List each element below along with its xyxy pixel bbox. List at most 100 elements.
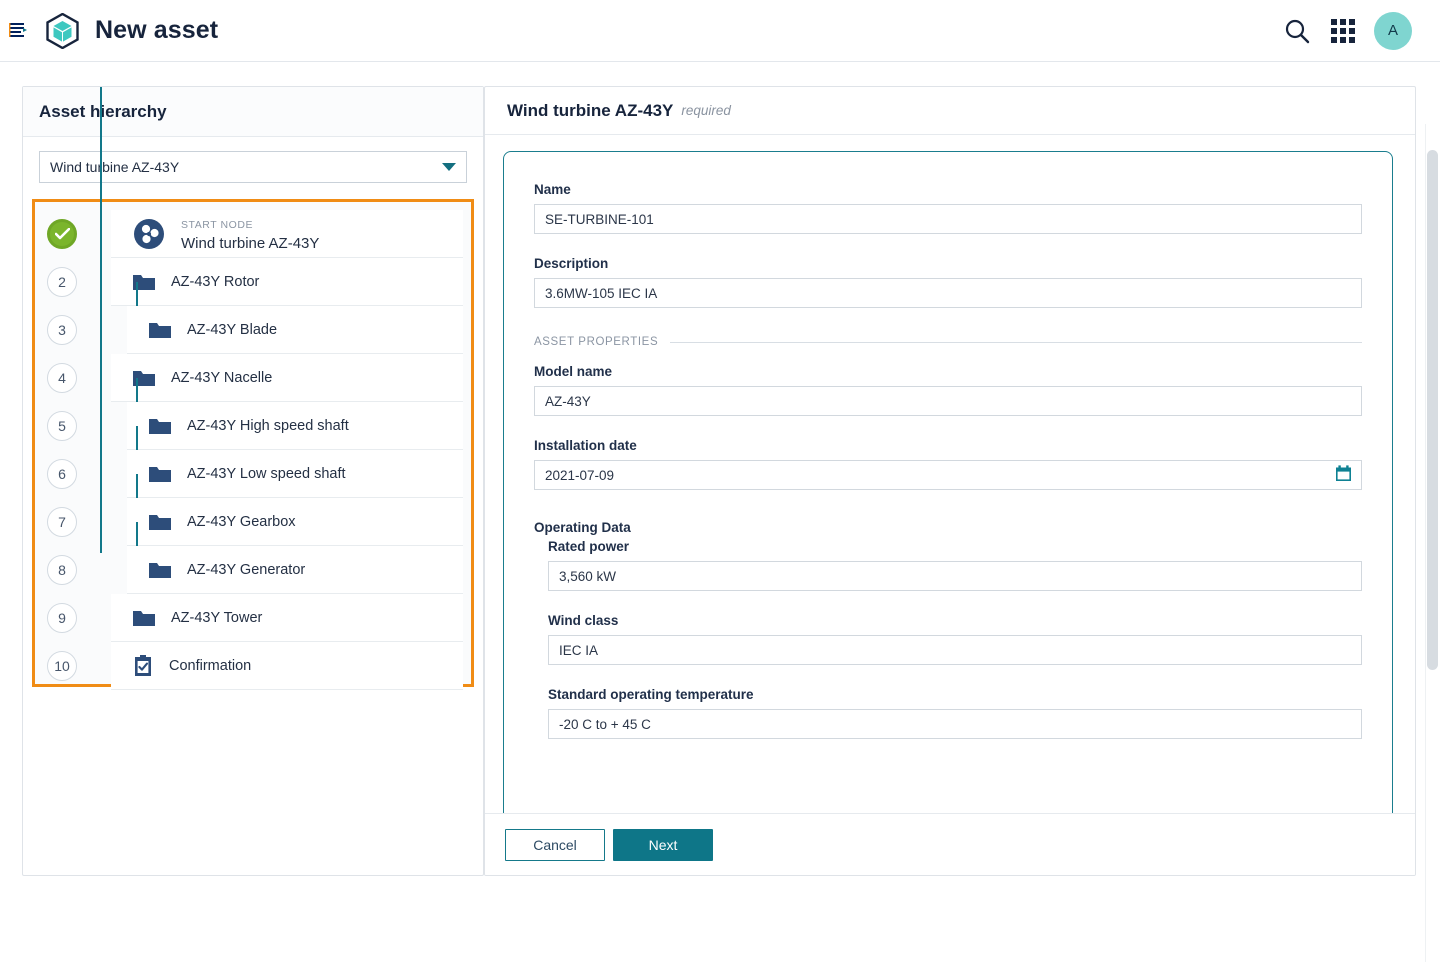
- field-name: Name SE-TURBINE-101: [534, 182, 1362, 234]
- tree-node-body[interactable]: AZ-43Y Nacelle: [111, 354, 463, 402]
- field-wind-class: Wind class IEC IA: [548, 613, 1362, 665]
- operating-data-fields: Rated power 3,560 kW Wind class IEC IA S…: [548, 539, 1362, 739]
- apps-grid-icon[interactable]: [1320, 8, 1366, 54]
- standard-operating-temperature-input[interactable]: -20 C to + 45 C: [548, 709, 1362, 739]
- wind-class-input[interactable]: IEC IA: [548, 635, 1362, 665]
- tree-node-body[interactable]: AZ-43Y Low speed shaft: [127, 450, 463, 498]
- folder-icon: [149, 561, 171, 579]
- folder-icon: [133, 609, 155, 627]
- field-standard-operating-temperature-label: Standard operating temperature: [548, 687, 754, 702]
- step-badge-9: 9: [47, 603, 77, 633]
- workspace: Asset hierarchy Wind turbine AZ-43Y STAR…: [0, 62, 1440, 962]
- field-installation-date: Installation date 2021-07-09: [534, 438, 1362, 490]
- tree-node-row[interactable]: 8 AZ-43Y Generator: [35, 522, 471, 594]
- field-rated-power-label: Rated power: [548, 539, 630, 554]
- folder-icon: [149, 513, 171, 531]
- page-scrollbar-thumb[interactable]: [1427, 150, 1438, 670]
- rated-power-input[interactable]: 3,560 kW: [548, 561, 1362, 591]
- asset-hierarchy-header: Asset hierarchy: [23, 87, 483, 137]
- collapse-panel-icon[interactable]: [6, 18, 32, 44]
- asset-form-panel: Wind turbine AZ-43Y required Name SE-TUR…: [484, 86, 1416, 876]
- tree-node-body[interactable]: START NODE Wind turbine AZ-43Y: [111, 210, 463, 258]
- folder-icon: [149, 417, 171, 435]
- asset-form-footer: Cancel Next: [485, 813, 1415, 875]
- step-badge-1: [47, 219, 77, 249]
- asset-selector-wrap: Wind turbine AZ-43Y: [23, 137, 483, 195]
- page-title: New asset: [95, 16, 219, 44]
- search-icon[interactable]: [1274, 8, 1320, 54]
- field-installation-date-label: Installation date: [534, 438, 637, 453]
- tree-node-row[interactable]: 3 AZ-43Y Blade: [35, 282, 471, 354]
- start-node-name: Wind turbine AZ-43Y: [181, 234, 320, 252]
- tree-node-body[interactable]: Confirmation: [111, 642, 463, 690]
- wind-turbine-node-icon: [133, 218, 165, 250]
- field-wind-class-label: Wind class: [548, 613, 619, 628]
- description-input[interactable]: 3.6MW-105 IEC IA: [534, 278, 1362, 308]
- step-badge-7: 7: [47, 507, 77, 537]
- calendar-icon[interactable]: [1335, 465, 1352, 485]
- field-description: Description 3.6MW-105 IEC IA: [534, 256, 1362, 308]
- asset-hierarchy-title: Asset hierarchy: [39, 101, 167, 121]
- asset-selector[interactable]: Wind turbine AZ-43Y: [39, 151, 467, 183]
- operating-data-group-label: Operating Data: [534, 520, 631, 535]
- tree-node-row[interactable]: 10 Confirmation: [35, 642, 471, 690]
- installation-date-input[interactable]: 2021-07-09: [534, 460, 1362, 490]
- cube-logo-icon: [46, 12, 79, 49]
- divider-line: [670, 341, 1362, 343]
- tree-node-row[interactable]: START NODE Wind turbine AZ-43Y: [35, 210, 471, 258]
- folder-icon: [149, 321, 171, 339]
- chevron-down-icon[interactable]: [442, 163, 456, 171]
- asset-selector-value: Wind turbine AZ-43Y: [50, 159, 180, 175]
- field-name-label: Name: [534, 182, 571, 197]
- tree-node-row[interactable]: 5 AZ-43Y High speed shaft: [35, 378, 471, 450]
- asset-properties-divider: ASSET PROPERTIES: [534, 336, 1362, 348]
- asset-properties-group-label: ASSET PROPERTIES: [534, 336, 659, 348]
- step-badge-5: 5: [47, 411, 77, 441]
- tree-node-start-label: START NODE Wind turbine AZ-43Y: [181, 214, 319, 254]
- tree-node-body[interactable]: AZ-43Y Generator: [127, 546, 463, 594]
- tree-node-row[interactable]: 4 AZ-43Y Nacelle: [35, 354, 471, 402]
- tree-node-label: AZ-43Y Blade: [187, 321, 278, 338]
- asset-hierarchy-panel: Asset hierarchy Wind turbine AZ-43Y STAR…: [22, 86, 484, 876]
- tree-node-label: AZ-43Y Rotor: [171, 273, 260, 290]
- tree-node-label: AZ-43Y High speed shaft: [187, 417, 349, 434]
- folder-icon: [149, 465, 171, 483]
- step-badge-4: 4: [47, 363, 77, 393]
- tree-node-row[interactable]: 2 AZ-43Y Rotor: [35, 258, 471, 306]
- asset-form-scroll-area[interactable]: Name SE-TURBINE-101 Description 3.6MW-10…: [485, 135, 1415, 813]
- tree-node-row[interactable]: 9 AZ-43Y Tower: [35, 594, 471, 642]
- cancel-button[interactable]: Cancel: [505, 828, 605, 861]
- tree-node-body[interactable]: AZ-43Y Tower: [111, 594, 463, 642]
- tree-node-label: AZ-43Y Low speed shaft: [187, 465, 346, 482]
- step-badge-8: 8: [47, 555, 77, 585]
- field-model-name-label: Model name: [534, 364, 613, 379]
- field-rated-power: Rated power 3,560 kW: [548, 539, 1362, 591]
- next-button[interactable]: Next: [613, 828, 713, 861]
- clipboard-check-icon: [133, 654, 153, 677]
- step-badge-10: 10: [47, 651, 77, 681]
- tree-node-body[interactable]: AZ-43Y Rotor: [111, 258, 463, 306]
- tree-node-body[interactable]: AZ-43Y Blade: [127, 306, 463, 354]
- tree-node-row[interactable]: 7 AZ-43Y Gearbox: [35, 474, 471, 546]
- step-badge-3: 3: [47, 315, 77, 345]
- tree-node-label: AZ-43Y Generator: [187, 561, 306, 578]
- step-badge-6: 6: [47, 459, 77, 489]
- tree-node-row[interactable]: 6 AZ-43Y Low speed shaft: [35, 426, 471, 498]
- asset-form-required-label: required: [681, 103, 731, 118]
- tree-node-label: Confirmation: [169, 657, 252, 674]
- asset-form-header: Wind turbine AZ-43Y required: [485, 87, 1415, 135]
- asset-form-title: Wind turbine AZ-43Y: [507, 100, 674, 120]
- tree-node-label: AZ-43Y Gearbox: [187, 513, 296, 530]
- app-header: New asset A: [0, 0, 1440, 62]
- name-input[interactable]: SE-TURBINE-101: [534, 204, 1362, 234]
- page-scrollbar[interactable]: [1425, 124, 1440, 962]
- tree-node-body[interactable]: AZ-43Y Gearbox: [127, 498, 463, 546]
- model-name-input[interactable]: AZ-43Y: [534, 386, 1362, 416]
- asset-form-section: Name SE-TURBINE-101 Description 3.6MW-10…: [503, 151, 1393, 813]
- field-model-name: Model name AZ-43Y: [534, 364, 1362, 416]
- avatar[interactable]: A: [1374, 11, 1412, 50]
- start-node-kicker: START NODE: [181, 218, 254, 231]
- step-badge-2: 2: [47, 267, 77, 297]
- tree-node-label: AZ-43Y Nacelle: [171, 369, 273, 386]
- tree-node-body[interactable]: AZ-43Y High speed shaft: [127, 402, 463, 450]
